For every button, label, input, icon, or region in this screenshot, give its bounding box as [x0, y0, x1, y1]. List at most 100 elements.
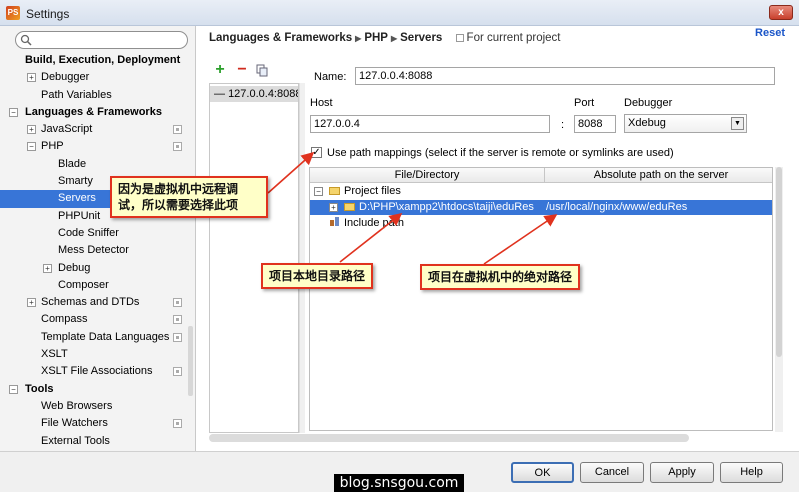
port-field[interactable]: 8088 [574, 115, 616, 133]
table-row[interactable]: − Project files [310, 184, 772, 199]
sidebar-item-debug[interactable]: + Debug [0, 260, 195, 277]
sidebar-item-xslt[interactable]: XSLT [0, 346, 195, 363]
project-level-icon [173, 332, 182, 342]
project-level-icon [173, 315, 182, 325]
collapse-icon[interactable]: − [9, 384, 18, 394]
expand-icon[interactable]: + [27, 298, 36, 308]
sidebar-item-mess-detector[interactable]: Mess Detector [0, 242, 195, 259]
sidebar-item-label: Servers [58, 192, 96, 205]
include-path-icon [330, 217, 339, 226]
sidebar-scrollbar[interactable] [188, 326, 193, 396]
sidebar-item-code-sniffer[interactable]: Code Sniffer [0, 225, 195, 242]
split-divider[interactable] [299, 83, 305, 433]
sidebar-item-label: Compass [41, 313, 88, 326]
project-level-icon [173, 419, 182, 429]
local-path-cell: D:\PHP\xampp2\htdocs\taiji\eduRes [359, 201, 534, 213]
sidebar-item-label: Path Variables [41, 88, 112, 101]
breadcrumb-servers: Servers [400, 32, 443, 44]
expand-icon[interactable]: + [27, 73, 36, 83]
project-level-icon [173, 367, 182, 377]
cancel-button[interactable]: Cancel [580, 462, 644, 483]
settings-sidebar: Build, Execution, Deployment + Debugger Pat… [0, 26, 196, 451]
debugger-select[interactable]: Xdebug ▼ [624, 114, 747, 133]
settings-search-input[interactable] [15, 31, 188, 49]
expand-icon[interactable]: + [43, 263, 52, 273]
name-field[interactable]: 127.0.0.4:8088 [355, 67, 775, 85]
sidebar-item-debugger[interactable]: + Debugger [0, 69, 195, 86]
breadcrumb-languages: Languages & Frameworks [209, 32, 353, 44]
horizontal-scrollbar[interactable] [209, 434, 689, 442]
collapse-icon[interactable]: − [27, 142, 36, 152]
collapse-icon[interactable]: − [9, 107, 18, 117]
close-button[interactable]: x [769, 5, 793, 20]
sidebar-item-label: Debug [58, 261, 91, 274]
sidebar-item-label: Schemas and DTDs [41, 296, 140, 309]
help-button[interactable]: Help [720, 462, 783, 483]
expand-icon[interactable]: + [27, 125, 36, 135]
add-server-button[interactable]: + [213, 62, 227, 78]
sidebar-item-file-watchers[interactable]: File Watchers [0, 415, 195, 432]
project-level-icon [173, 142, 182, 152]
port-label: Port [574, 97, 595, 109]
debugger-label: Debugger [624, 97, 673, 109]
project-scope-note: For current project [455, 32, 561, 44]
remote-path-cell[interactable]: /usr/local/nginx/www/eduRes [546, 200, 687, 215]
folder-icon [344, 203, 355, 211]
sidebar-item-tools[interactable]: − Tools [0, 381, 195, 398]
app-icon: PS [6, 6, 20, 20]
sidebar-item-external-tools[interactable]: External Tools [0, 433, 195, 450]
sidebar-item-languages-frameworks[interactable]: − Languages & Frameworks [0, 104, 195, 121]
table-row[interactable]: Include path [310, 216, 772, 231]
apply-button[interactable]: Apply [650, 462, 714, 483]
remote-note-line2: 试，所以需要选择此项 [118, 198, 239, 212]
host-field[interactable]: 127.0.0.4 [310, 115, 550, 133]
use-path-mappings-label: Use path mappings (select if the server … [327, 147, 674, 159]
table-vertical-scrollbar[interactable] [775, 167, 783, 432]
scroll-thumb[interactable] [776, 167, 782, 357]
reset-link[interactable]: Reset [755, 27, 785, 39]
table-header: File/Directory Absolute path on the serv… [310, 168, 772, 183]
sidebar-item-path-variables[interactable]: Path Variables [0, 87, 195, 104]
sidebar-item-label: Mess Detector [58, 244, 129, 257]
table-row[interactable]: + D:\PHP\xampp2\htdocs\taiji\eduRes /usr… [310, 200, 772, 215]
chevron-down-icon: ▼ [731, 117, 744, 130]
sidebar-item-label: Code Sniffer [58, 226, 119, 239]
sidebar-item-build-execution-deployment[interactable]: Build, Execution, Deployment [0, 52, 195, 69]
remote-note-line1: 因为是虚拟机中远程调 [118, 182, 239, 196]
include-path-label: Include path [344, 217, 404, 229]
collapse-icon[interactable]: − [314, 187, 323, 196]
remove-server-button[interactable]: − [235, 62, 249, 78]
column-header-file[interactable]: File/Directory [310, 168, 545, 183]
sidebar-item-web-browsers[interactable]: Web Browsers [0, 398, 195, 415]
sidebar-item-xslt-file-associations[interactable]: XSLT File Associations [0, 363, 195, 380]
watermark: blog.snsgou.com [334, 474, 464, 492]
sidebar-item-javascript[interactable]: + JavaScript [0, 121, 195, 138]
sidebar-item-label: Blade [58, 157, 87, 170]
sidebar-item-label: External Tools [41, 434, 110, 447]
sidebar-item-compass[interactable]: Compass [0, 311, 195, 328]
sidebar-item-schemas-and-dtds[interactable]: + Schemas and DTDs [0, 294, 195, 311]
server-list-item[interactable]: — 127.0.0.4:8088 [210, 86, 298, 102]
sidebar-item-template-data-languages[interactable]: Template Data Languages [0, 329, 195, 346]
server-list-item-label: 127.0.0.4:8088 [228, 88, 298, 100]
ok-button[interactable]: OK [511, 462, 574, 483]
sidebar-item-label: Build, Execution, Deployment [25, 54, 181, 66]
name-label: Name: [314, 71, 347, 83]
column-header-abs-path[interactable]: Absolute path on the server [546, 168, 772, 183]
sidebar-item-label: XSLT [41, 348, 68, 361]
project-files-label: Project files [344, 185, 401, 197]
port-separator: : [561, 119, 565, 131]
settings-tree: Build, Execution, Deployment + Debugger Pat… [0, 52, 195, 450]
path-mappings-table: File/Directory Absolute path on the serv… [309, 167, 773, 431]
sidebar-item-label: PHP [41, 140, 64, 153]
copy-server-button[interactable] [255, 64, 269, 78]
sidebar-item-composer[interactable]: Composer [0, 277, 195, 294]
sidebar-item-label: File Watchers [41, 417, 108, 430]
use-path-mappings-checkbox[interactable]: ✓ [311, 147, 322, 158]
sidebar-item-blade[interactable]: Blade [0, 156, 195, 173]
expand-icon[interactable]: + [329, 203, 338, 212]
project-scope-icon [455, 34, 464, 42]
sidebar-item-label: Web Browsers [41, 399, 113, 412]
breadcrumb-php: PHP [364, 32, 388, 44]
sidebar-item-php[interactable]: − PHP [0, 138, 195, 155]
